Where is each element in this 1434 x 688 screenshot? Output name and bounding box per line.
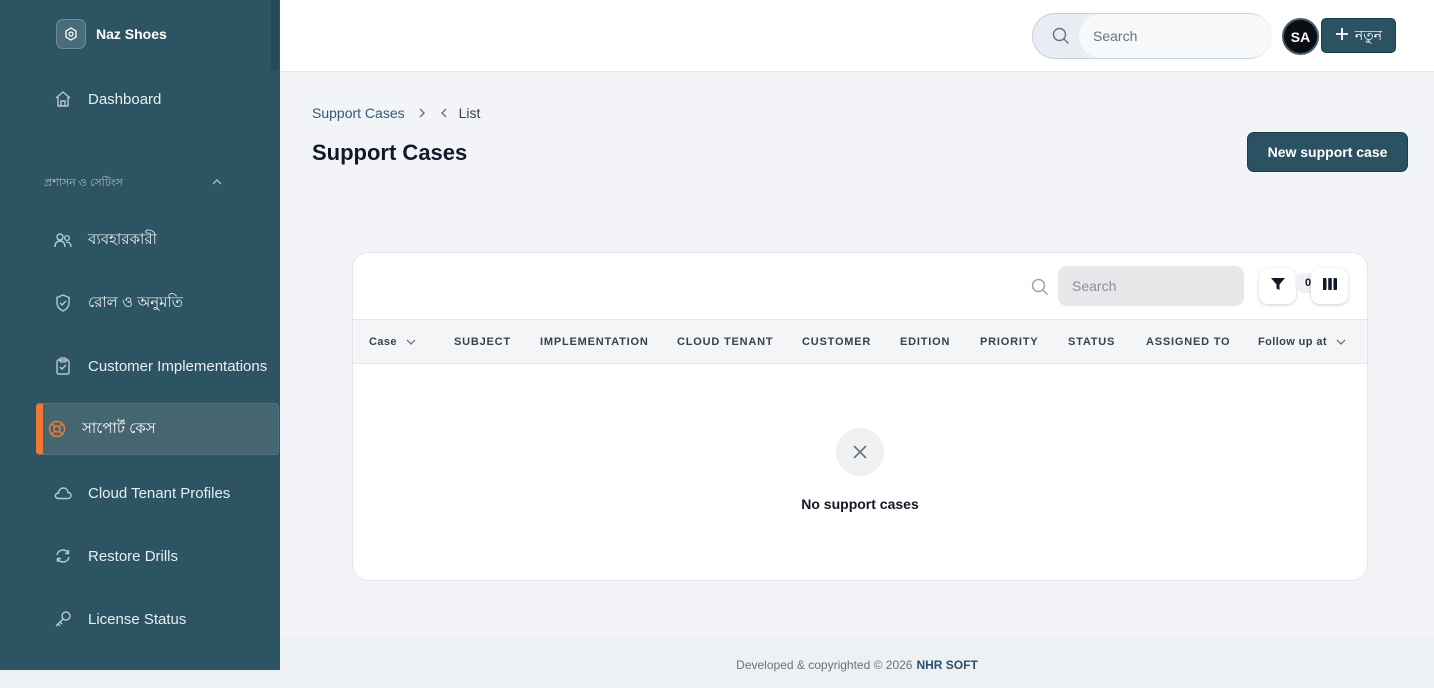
column-header-customer[interactable]: CUSTOMER [802,320,871,364]
page-title: Support Cases [312,140,468,165]
column-header-edition[interactable]: EDITION [900,320,950,364]
new-support-case-button[interactable]: New support case [1247,132,1408,172]
columns-toggle-button[interactable] [1311,268,1348,304]
sidebar-item-users[interactable]: ব্যবহারকারী [36,214,279,266]
sidebar-section-title: প্রশাসন ও সেটিংস [44,177,123,189]
sidebar-scrollbar[interactable] [271,0,279,70]
footer: Developed & copyrighted © 2026 NHR SOFT [280,637,1434,688]
lifebuoy-icon [46,418,68,440]
brand[interactable]: Naz Shoes [56,19,167,49]
sidebar-item-label: Cloud Tenant Profiles [88,484,231,502]
avatar[interactable]: SA [1282,18,1319,55]
refresh-icon [52,545,74,567]
sidebar-item-label: সাপোর্ট কেস [82,419,156,437]
column-header-label: Case [369,336,397,348]
new-button-label: নতুন [1354,26,1383,43]
clipboard-check-icon [52,355,74,377]
home-icon [52,88,74,110]
sidebar-item-label: Customer Implementations [88,357,268,375]
global-search[interactable]: Search [1032,13,1272,59]
sidebar-item-label: License Status [88,610,187,628]
sidebar-item-label: Dashboard [88,90,162,108]
sidebar-item-customer-implementations[interactable]: Customer Implementations [36,340,279,392]
topbar: Search SA নতুন [280,0,1434,72]
search-icon [1051,26,1071,51]
column-header-priority[interactable]: PRIORITY [980,320,1038,364]
plus-icon [1335,27,1349,44]
sidebar-item-cloud-tenant-profiles[interactable]: Cloud Tenant Profiles [36,467,279,519]
empty-state-message: No support cases [801,496,919,512]
chevron-up-icon[interactable] [210,175,224,194]
column-header-status[interactable]: STATUS [1068,320,1115,364]
brand-name: Naz Shoes [96,26,167,42]
sidebar-bottom-strip [0,670,280,688]
close-icon [836,428,884,476]
sidebar-item-roles[interactable]: রোল ও অনুমতি [36,277,279,329]
sidebar-item-label: ব্যবহারকারী [88,230,157,248]
users-icon [52,229,74,251]
sidebar-item-license-status[interactable]: License Status [36,593,279,645]
filter-button[interactable] [1259,268,1296,304]
column-header-subject[interactable]: SUBJECT [454,320,511,364]
chevron-down-icon [1335,336,1347,348]
search-icon [1030,277,1050,302]
column-header-case[interactable]: Case [369,320,417,364]
sidebar-item-support-cases[interactable]: সাপোর্ট কেস [36,403,279,455]
column-header-assigned-to[interactable]: ASSIGNED TO [1146,320,1230,364]
key-icon [52,608,74,630]
support-cases-table-card: Search 0 Case SUBJECT IMPLEMENTATION CLO… [352,252,1368,581]
column-header-implementation[interactable]: IMPLEMENTATION [540,320,649,364]
global-search-input[interactable]: Search [1079,14,1272,58]
table-header: Case SUBJECT IMPLEMENTATION CLOUD TENANT… [353,319,1367,364]
column-header-label: Follow up at [1258,336,1327,348]
new-button[interactable]: নতুন [1321,18,1396,53]
shield-check-icon [52,292,74,314]
footer-company-link[interactable]: NHR SOFT [916,658,977,672]
sidebar: Naz Shoes Dashboard প্রশাসন ও সেটিংস ব্য… [0,0,280,670]
sidebar-item-restore-drills[interactable]: Restore Drills [36,530,279,582]
filter-icon [1269,275,1287,298]
breadcrumb-link-support-cases[interactable]: Support Cases [312,105,405,121]
column-header-follow-up-at[interactable]: Follow up at [1258,320,1347,364]
sidebar-item-dashboard[interactable]: Dashboard [36,73,279,125]
table-search-input[interactable]: Search [1058,266,1244,306]
chevron-right-icon [417,107,427,119]
footer-text: Developed & copyrighted © 2026 [736,657,913,672]
chevron-down-icon [405,336,417,348]
columns-icon [1321,275,1339,298]
column-header-cloud-tenant[interactable]: CLOUD TENANT [677,320,773,364]
breadcrumb-current: List [458,105,481,121]
breadcrumb: Support Cases List [312,105,480,121]
sidebar-item-label: Restore Drills [88,547,179,565]
brand-logo-icon [56,19,86,49]
cloud-icon [52,482,74,504]
chevron-left-icon [439,107,449,119]
sidebar-item-label: রোল ও অনুমতি [88,293,184,311]
